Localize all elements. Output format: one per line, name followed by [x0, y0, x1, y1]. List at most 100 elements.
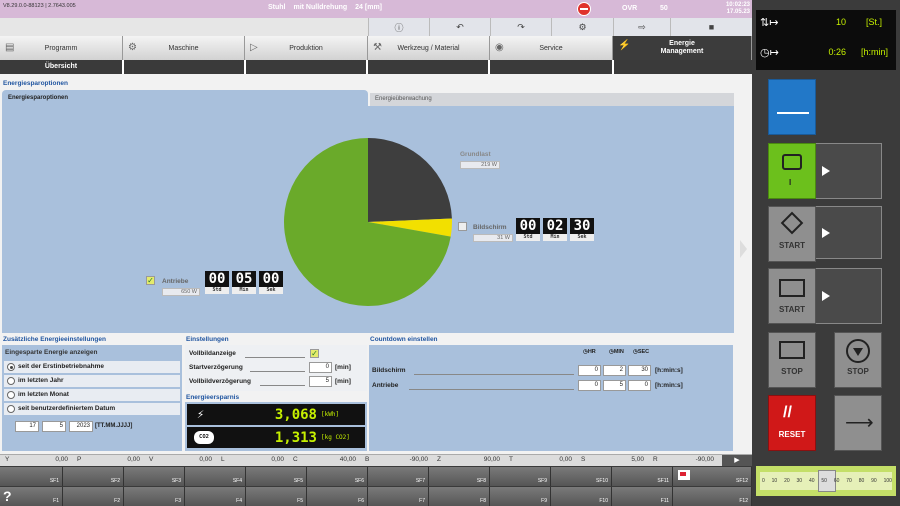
start-cycle-button[interactable]: START	[768, 268, 816, 324]
radio-button[interactable]	[7, 377, 15, 385]
antriebe-checkbox[interactable]	[146, 276, 155, 285]
softkey-f9[interactable]: F9	[490, 487, 551, 506]
option-erstinbetriebnahme[interactable]: seit der Erstinbetriebnahme	[4, 361, 180, 373]
softkey-sf1[interactable]: SF1	[0, 467, 63, 486]
pie-slice-grundlast	[368, 138, 452, 222]
softkey-sf5[interactable]: SF5	[246, 467, 307, 486]
softkey-f10[interactable]: F10	[551, 487, 612, 506]
date-day-input[interactable]: 17	[15, 421, 39, 432]
antriebe-value: 650 W	[162, 288, 200, 296]
icon-toolbar: ⓘ ↶ ↷ ⚙ ⇨ ■	[0, 18, 752, 36]
vollbild-checkbox[interactable]	[310, 349, 319, 358]
softkey-sf4[interactable]: SF4	[185, 467, 246, 486]
antriebe-minutes-input[interactable]: 5	[603, 380, 626, 391]
users-icon[interactable]: ⚙	[551, 18, 613, 36]
tab-uebersicht[interactable]: Übersicht	[0, 60, 124, 74]
machine-control-panel: ⇅↦ 10 [St.] ◷↦ 0:26 [h:min] I START STAR…	[740, 0, 900, 506]
antriebe-seconds-input[interactable]: 0	[628, 380, 651, 391]
sub-tab-empty	[124, 60, 246, 74]
tab-energieueberwachung[interactable]: Energieüberwachung	[370, 93, 734, 106]
status-header: V8.29.0.0-88123 | 2.7643.005 Stuhl mit Nu…	[0, 0, 752, 18]
einstellungen-title: Einstellungen	[186, 336, 229, 343]
softkey-f3[interactable]: F3	[124, 487, 185, 506]
bildschirm-seconds-input[interactable]: 30	[628, 365, 651, 376]
drive-motor-button[interactable]: I	[768, 143, 816, 199]
axis-readout: Y 0,00 P 0,00 V 0,00 L 0,00 C 40,00 B -9…	[0, 454, 752, 466]
axis-scroll-arrow[interactable]: ▶	[722, 455, 752, 466]
bildschirm-checkbox[interactable]	[458, 222, 467, 231]
softkey-sf11[interactable]: SF11	[612, 467, 673, 486]
softkey-f12[interactable]: F12	[673, 487, 752, 506]
softkey-f2[interactable]: F2	[63, 487, 124, 506]
softkey-sf10[interactable]: SF10	[551, 467, 612, 486]
option-letztes-jahr[interactable]: im letzten Jahr	[4, 375, 180, 387]
softkey-f6[interactable]: F6	[307, 487, 368, 506]
tab-werkzeug[interactable]: ⚒ Werkzeug / Material	[368, 36, 490, 60]
softkey-f8[interactable]: F8	[429, 487, 490, 506]
softkey-sf8[interactable]: SF8	[429, 467, 490, 486]
softkey-sf12[interactable]: SF12	[673, 467, 752, 486]
option-letzter-monat[interactable]: im letzten Monat	[4, 389, 180, 401]
stop-cycle-button[interactable]: STOP	[768, 332, 816, 388]
date-month-input[interactable]: 5	[42, 421, 66, 432]
radio-button[interactable]	[7, 363, 15, 371]
softkey-row-f: ? F1 F2 F3 F4 F5 F6 F7 F8 F9 F10 F11 F12	[0, 487, 752, 506]
tab-energiesparoptionen[interactable]: Energiesparoptionen	[2, 90, 368, 106]
softkey-sf6[interactable]: SF6	[307, 467, 368, 486]
radio-button[interactable]	[7, 405, 15, 413]
softkey-f4[interactable]: F4	[185, 487, 246, 506]
start-expand-arrow[interactable]	[816, 206, 882, 259]
tab-energie[interactable]: ⚡ Energie Management	[613, 36, 752, 60]
save-icon[interactable]: ■	[670, 18, 752, 36]
main-tabs: ▤ Programm ⚙ Maschine ▷ Produktion ⚒ Werkzeu…	[0, 36, 752, 60]
softkey-sf9[interactable]: SF9	[490, 467, 551, 486]
override-value: 50	[660, 5, 668, 12]
drive-expand-arrow[interactable]	[816, 143, 882, 199]
cycle-stop-icon	[779, 341, 805, 359]
program-title: Stuhl mit Nulldrehung 24 [mm]	[267, 4, 382, 11]
info-icon[interactable]: ⓘ	[368, 18, 429, 36]
start-single-button[interactable]: START	[768, 206, 816, 262]
softkey-sf7[interactable]: SF7	[368, 467, 429, 486]
zusatz-subtitle: Eingesparte Energie anzeigen	[5, 349, 98, 356]
bildschirm-hours-input[interactable]: 0	[578, 365, 601, 376]
lightning-icon: ⚡	[197, 407, 205, 421]
tab-programm[interactable]: ▤ Programm	[0, 36, 123, 60]
tab-service[interactable]: ◉ Service	[490, 36, 613, 60]
exit-icon	[678, 470, 690, 480]
stop-button[interactable]: STOP	[834, 332, 882, 388]
redo-icon[interactable]: ↷	[490, 18, 551, 36]
tab-maschine[interactable]: ⚙ Maschine	[123, 36, 245, 60]
antriebe-hours-input[interactable]: 0	[578, 380, 601, 391]
stop-triangle-icon	[846, 339, 870, 363]
start-diamond-icon	[780, 211, 804, 235]
override-slider[interactable]: 0 10 20 30 40 50 60 70 80 90 100	[756, 466, 896, 496]
login-icon[interactable]: ⇨	[613, 18, 670, 36]
bildschirm-minutes-input[interactable]: 2	[603, 365, 626, 376]
min-header: ◷MIN	[609, 349, 624, 355]
bildschirm-value: 31 W	[473, 234, 513, 242]
collapse-arrow[interactable]	[740, 240, 747, 258]
home-position-button[interactable]: ⟶	[834, 395, 882, 451]
startverzoegerung-input[interactable]: 0	[309, 362, 332, 373]
date-year-input[interactable]: 2023	[69, 421, 93, 432]
option-benutzerdefiniert[interactable]: seit benutzerdefiniertem Datum	[4, 403, 180, 415]
undo-icon[interactable]: ↶	[429, 18, 490, 36]
softkey-f1[interactable]: ? F1	[0, 487, 63, 506]
radio-button[interactable]	[7, 391, 15, 399]
door-switch-button[interactable]	[768, 79, 816, 135]
vollbildverzoegerung-input[interactable]: 5	[309, 376, 332, 387]
reset-button[interactable]: // RESET	[768, 395, 816, 451]
softkey-sf3[interactable]: SF3	[124, 467, 185, 486]
softkey-f11[interactable]: F11	[612, 487, 673, 506]
grundlast-label: Grundlast	[460, 151, 491, 158]
countdown-panel: ◷HR ◷MIN ◷SEC Bildschirm 0 2 30 [h:min:s…	[369, 345, 733, 451]
softkey-f7[interactable]: F7	[368, 487, 429, 506]
pie-panel: Grundlast 219 W Bildschirm 31 W 00 Std 02…	[2, 106, 734, 333]
cycle-expand-arrow[interactable]	[816, 268, 882, 324]
piece-counter-icon: ⇅↦	[760, 17, 779, 29]
softkey-sf2[interactable]: SF2	[63, 467, 124, 486]
energy-icon: ⚡	[618, 40, 631, 51]
tab-produktion[interactable]: ▷ Produktion	[245, 36, 368, 60]
softkey-f5[interactable]: F5	[246, 487, 307, 506]
